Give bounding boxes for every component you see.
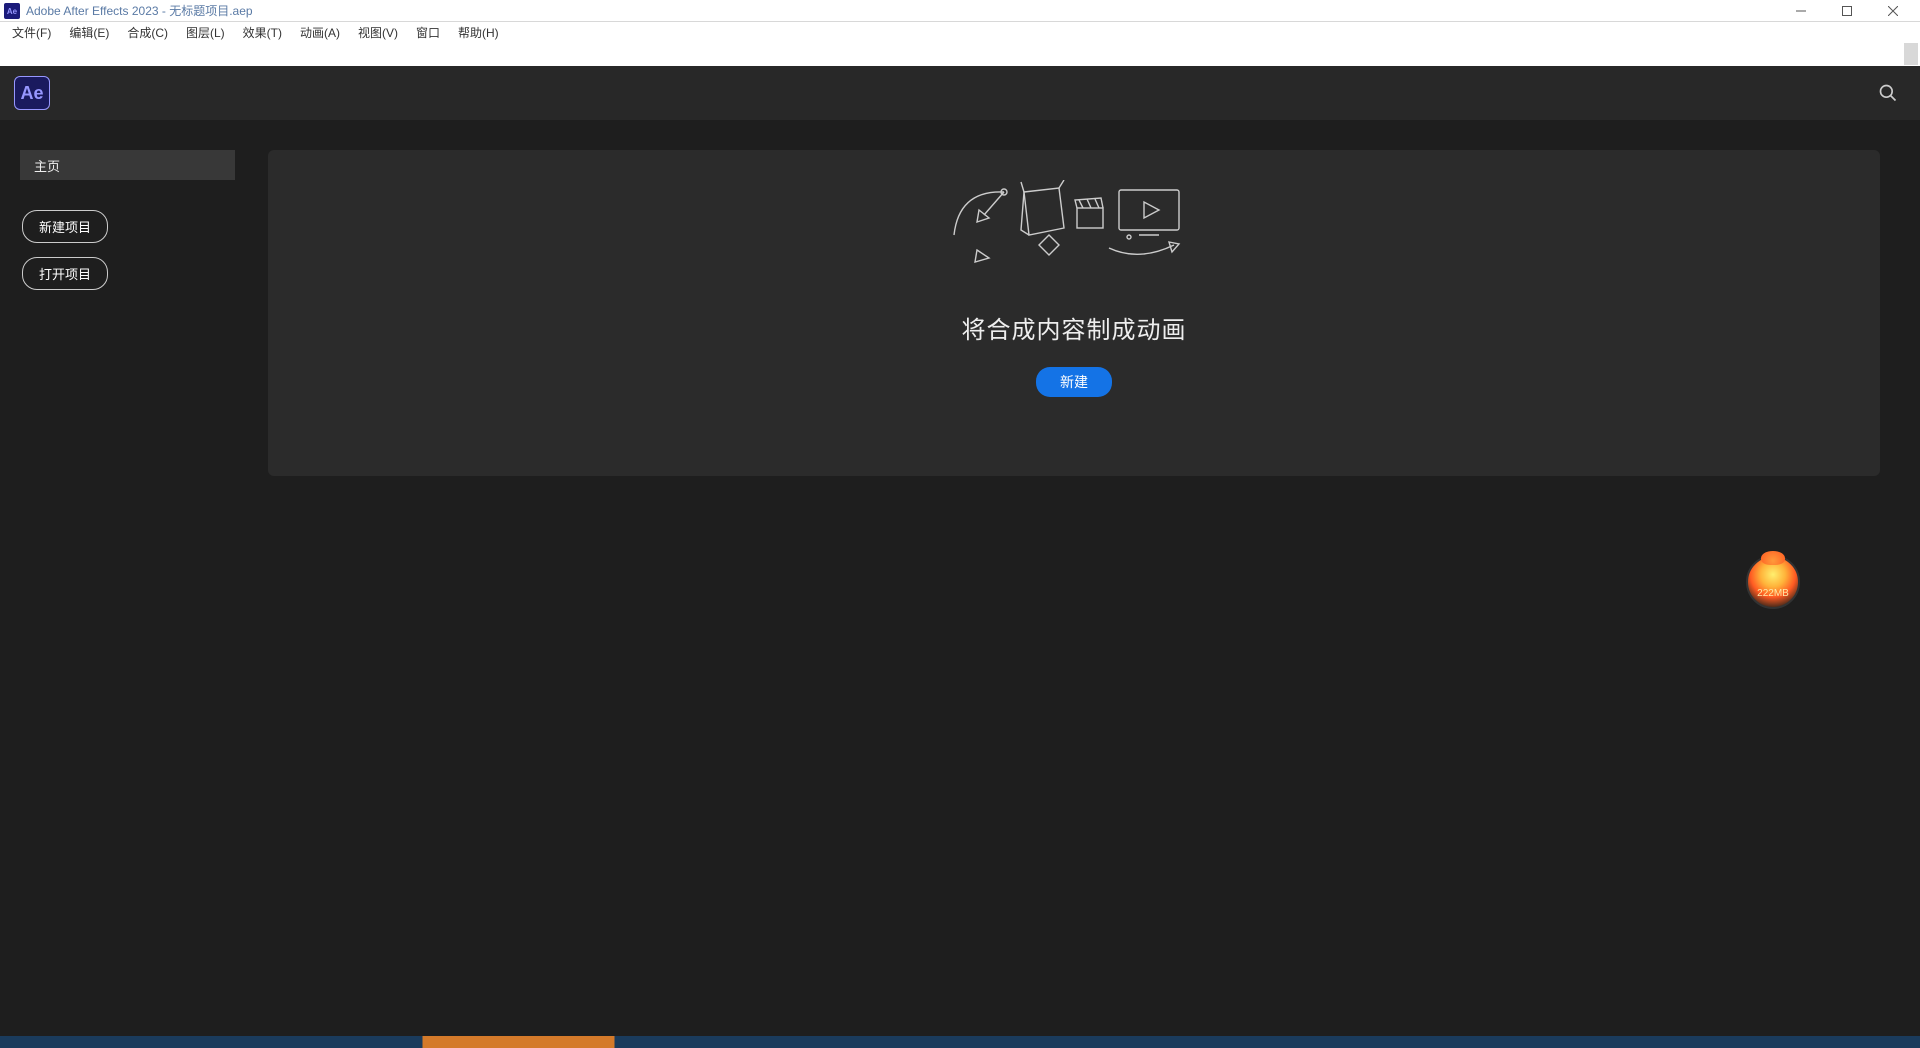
app-icon: Ae <box>4 3 20 19</box>
home-tab[interactable]: 主页 <box>20 150 235 180</box>
open-project-button[interactable]: 打开项目 <box>22 257 108 290</box>
welcome-illustration <box>949 180 1199 280</box>
search-button[interactable] <box>1876 81 1900 105</box>
home-sidebar: 主页 新建项目 打开项目 <box>20 150 240 476</box>
toolbar-strip <box>0 42 1920 66</box>
taskbar[interactable] <box>0 1036 1920 1048</box>
home-tab-label: 主页 <box>34 156 60 175</box>
memory-badge-label: 222MB <box>1757 588 1789 599</box>
search-icon <box>1878 83 1898 103</box>
minimize-button[interactable] <box>1778 0 1824 22</box>
welcome-title: 将合成内容制成动画 <box>962 310 1187 345</box>
ae-logo-text: Ae <box>20 83 43 104</box>
window-controls <box>1778 0 1916 22</box>
new-button[interactable]: 新建 <box>1036 367 1112 397</box>
menu-bar: 文件(F) 编辑(E) 合成(C) 图层(L) 效果(T) 动画(A) 视图(V… <box>0 22 1920 42</box>
memory-badge[interactable]: 222MB <box>1746 555 1800 609</box>
new-project-label: 新建项目 <box>39 217 91 236</box>
title-bar: Ae Adobe After Effects 2023 - 无标题项目.aep <box>0 0 1920 22</box>
toolbar-flyout-tab[interactable] <box>1904 43 1918 65</box>
open-project-label: 打开项目 <box>39 264 91 283</box>
menu-edit[interactable]: 编辑(E) <box>61 22 117 43</box>
svg-text:Ae: Ae <box>7 7 18 16</box>
menu-view[interactable]: 视图(V) <box>350 22 406 43</box>
maximize-button[interactable] <box>1824 0 1870 22</box>
window-title: Adobe After Effects 2023 - 无标题项目.aep <box>26 2 253 19</box>
menu-effect[interactable]: 效果(T) <box>235 22 290 43</box>
home-header: Ae <box>0 66 1920 120</box>
menu-animation[interactable]: 动画(A) <box>292 22 348 43</box>
ae-logo: Ae <box>14 76 50 110</box>
new-project-button[interactable]: 新建项目 <box>22 210 108 243</box>
home-body: 主页 新建项目 打开项目 <box>0 120 1920 476</box>
sidebar-actions: 新建项目 打开项目 <box>20 210 240 290</box>
home-screen: Ae 主页 新建项目 打开项目 <box>0 66 1920 1048</box>
menu-window[interactable]: 窗口 <box>408 22 448 43</box>
menu-file[interactable]: 文件(F) <box>4 22 59 43</box>
welcome-card: 将合成内容制成动画 新建 <box>268 150 1880 476</box>
menu-help[interactable]: 帮助(H) <box>450 22 507 43</box>
new-button-label: 新建 <box>1060 374 1088 390</box>
close-button[interactable] <box>1870 0 1916 22</box>
menu-layer[interactable]: 图层(L) <box>178 22 233 43</box>
menu-composition[interactable]: 合成(C) <box>119 22 176 43</box>
